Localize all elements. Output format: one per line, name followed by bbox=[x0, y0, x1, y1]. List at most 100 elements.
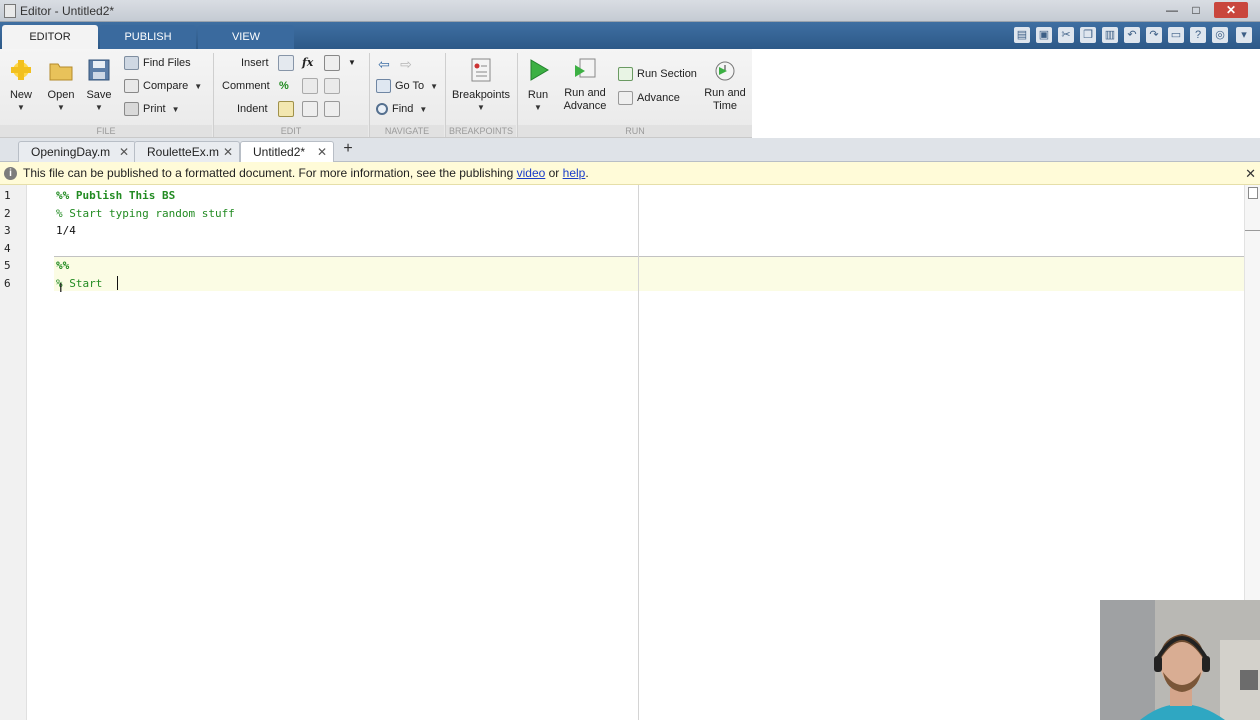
close-window-button[interactable]: ✕ bbox=[1214, 2, 1248, 18]
breakpoints-dropdown-arrow[interactable]: ▼ bbox=[450, 103, 512, 112]
go-to-label: Go To bbox=[395, 80, 425, 92]
find-dropdown-arrow[interactable]: ▼ bbox=[419, 105, 427, 114]
save-button[interactable]: Save ▼ bbox=[82, 57, 116, 112]
paste-icon[interactable]: ▥ bbox=[1102, 27, 1118, 43]
smart-indent-icon[interactable] bbox=[278, 101, 294, 117]
switch-windows-icon[interactable]: ▭ bbox=[1168, 27, 1184, 43]
comment-percent-icon[interactable]: % bbox=[279, 77, 289, 95]
print-button[interactable]: Print ▼ bbox=[124, 100, 180, 118]
run-and-advance-button[interactable]: Run and Advance bbox=[562, 57, 608, 113]
cut-icon[interactable]: ✂ bbox=[1058, 27, 1074, 43]
uncomment-icon[interactable] bbox=[302, 78, 318, 94]
help-link[interactable]: help bbox=[563, 166, 586, 180]
indent-label: Indent bbox=[237, 103, 268, 115]
tab-untitled2[interactable]: Untitled2* ✕ bbox=[240, 141, 334, 163]
run-button[interactable]: Run ▼ bbox=[522, 57, 554, 112]
back-arrow-icon[interactable]: ⇦ bbox=[376, 56, 392, 72]
breakpoints-icon bbox=[467, 57, 495, 83]
run-section-button[interactable]: Run Section bbox=[618, 65, 697, 83]
title-bar: Editor - Untitled2* — □ ✕ bbox=[0, 0, 1260, 22]
code-editor[interactable]: 1 2 3 4 5 6 %% Publish This BS % Start t… bbox=[0, 185, 1260, 720]
find-files-button[interactable]: Find Files bbox=[124, 54, 191, 72]
go-to-button[interactable]: Go To ▼ bbox=[376, 77, 438, 95]
insert-dropdown-arrow[interactable]: ▼ bbox=[348, 54, 356, 72]
tab-rouletteex[interactable]: RouletteEx.m ✕ bbox=[134, 141, 240, 162]
tab-label: Untitled2* bbox=[253, 145, 306, 159]
indent-button[interactable]: Indent bbox=[237, 100, 268, 118]
text-caret bbox=[117, 276, 118, 290]
minimize-button[interactable]: — bbox=[1160, 2, 1184, 18]
info-or-text: or bbox=[545, 166, 563, 180]
undo-icon[interactable]: ↶ bbox=[1124, 27, 1140, 43]
right-text-margin bbox=[638, 185, 639, 720]
comment-button[interactable]: Comment bbox=[222, 77, 270, 95]
floppy-icon bbox=[85, 57, 113, 83]
insert-button[interactable]: Insert bbox=[241, 54, 269, 72]
open-button[interactable]: Open ▼ bbox=[44, 57, 78, 112]
run-and-time-button[interactable]: Run and Time bbox=[702, 57, 748, 113]
wrap-comments-icon[interactable] bbox=[324, 78, 340, 94]
folder-icon bbox=[47, 57, 75, 83]
go-to-dropdown-arrow[interactable]: ▼ bbox=[430, 82, 438, 91]
new-button[interactable]: New ▼ bbox=[4, 57, 38, 112]
decrease-indent-icon[interactable] bbox=[324, 101, 340, 117]
stopwatch-icon bbox=[711, 57, 739, 83]
forward-arrow-icon[interactable]: ⇨ bbox=[398, 56, 414, 72]
copy-icon[interactable]: ❐ bbox=[1080, 27, 1096, 43]
presenter-video-image bbox=[1100, 600, 1260, 720]
info-message-text: This file can be published to a formatte… bbox=[23, 166, 517, 180]
maximize-button[interactable]: □ bbox=[1184, 2, 1208, 18]
run-label: Run bbox=[527, 89, 549, 101]
find-button[interactable]: Find ▼ bbox=[376, 100, 427, 118]
compare-icon bbox=[124, 79, 139, 94]
save-dropdown-arrow[interactable]: ▼ bbox=[82, 103, 116, 112]
tab-openingday[interactable]: OpeningDay.m ✕ bbox=[18, 141, 136, 162]
advance-button[interactable]: Advance bbox=[618, 89, 680, 107]
comment-label: Comment bbox=[222, 80, 270, 92]
code-line[interactable]: %% Publish This BS bbox=[56, 189, 175, 202]
help-icon[interactable]: ? bbox=[1190, 27, 1206, 43]
compare-dropdown-arrow[interactable]: ▼ bbox=[194, 82, 202, 91]
layout-icon[interactable]: ▤ bbox=[1014, 27, 1030, 43]
open-dropdown-arrow[interactable]: ▼ bbox=[44, 103, 78, 112]
tab-view[interactable]: VIEW bbox=[198, 25, 294, 49]
save-icon[interactable]: ▣ bbox=[1036, 27, 1052, 43]
insert-text-markup-icon[interactable] bbox=[324, 55, 340, 71]
tab-publish[interactable]: PUBLISH bbox=[100, 25, 196, 49]
search-docs-icon[interactable]: ◎ bbox=[1212, 27, 1228, 43]
scrollbar-thumb[interactable] bbox=[1248, 187, 1258, 199]
info-message: This file can be published to a formatte… bbox=[23, 162, 589, 185]
close-tab-icon[interactable]: ✕ bbox=[119, 142, 129, 162]
toolstrip: New ▼ Open ▼ Save ▼ Find Files Compare ▼ … bbox=[0, 49, 1260, 138]
close-info-bar-icon[interactable]: ✕ bbox=[1245, 162, 1256, 185]
ribbon-tab-strip: EDITOR PUBLISH VIEW ▤ ▣ ✂ ❐ ▥ ↶ ↷ ▭ ? ◎ … bbox=[0, 22, 1260, 49]
info-icon: i bbox=[4, 167, 17, 180]
line-number-gutter: 1 2 3 4 5 6 bbox=[0, 185, 27, 720]
code-line[interactable]: % Start typing random stuff bbox=[56, 207, 235, 220]
minimize-toolstrip-icon[interactable]: ▾ bbox=[1236, 27, 1252, 43]
run-section-label: Run Section bbox=[637, 68, 697, 80]
find-files-label: Find Files bbox=[143, 57, 191, 69]
increase-indent-icon[interactable] bbox=[302, 101, 318, 117]
run-dropdown-arrow[interactable]: ▼ bbox=[522, 103, 554, 112]
find-files-icon bbox=[124, 56, 139, 71]
add-tab-button[interactable]: + bbox=[338, 140, 358, 158]
advance-label: Advance bbox=[637, 92, 680, 104]
close-tab-icon[interactable]: ✕ bbox=[317, 142, 327, 162]
breakpoints-label: Breakpoints bbox=[451, 89, 511, 101]
plus-icon bbox=[7, 57, 35, 83]
tab-editor[interactable]: EDITOR bbox=[2, 25, 98, 49]
redo-icon[interactable]: ↷ bbox=[1146, 27, 1162, 43]
insert-section-icon[interactable] bbox=[278, 55, 294, 71]
code-line[interactable]: %% bbox=[56, 259, 69, 272]
compare-button[interactable]: Compare ▼ bbox=[124, 77, 202, 95]
new-dropdown-arrow[interactable]: ▼ bbox=[4, 103, 38, 112]
video-link[interactable]: video bbox=[517, 166, 546, 180]
find-label: Find bbox=[392, 103, 414, 115]
breakpoints-button[interactable]: Breakpoints ▼ bbox=[450, 57, 512, 112]
close-tab-icon[interactable]: ✕ bbox=[223, 142, 233, 162]
current-cell-highlight bbox=[54, 257, 1244, 291]
print-dropdown-arrow[interactable]: ▼ bbox=[172, 105, 180, 114]
insert-function-button[interactable]: fx bbox=[302, 54, 313, 72]
code-line[interactable]: 1/4 bbox=[56, 224, 76, 237]
